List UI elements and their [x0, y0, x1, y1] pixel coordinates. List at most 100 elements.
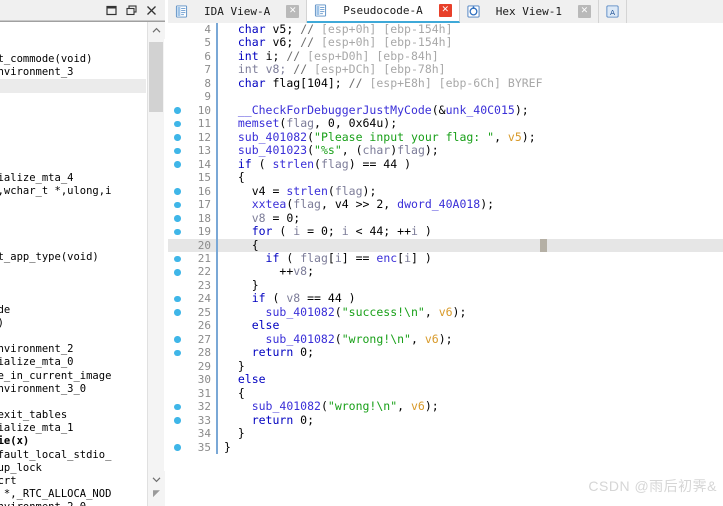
code-line[interactable]: 5 char v6; // [esp+0h] [ebp-154h]	[168, 36, 723, 49]
function-list-item[interactable]: r::set_app_type(void)	[0, 251, 146, 264]
line-number-gutter[interactable]: 4	[168, 23, 216, 36]
function-list-item[interactable]: le_mode	[0, 304, 146, 317]
code-line[interactable]: 13 sub_401023("%s", (char)flag);	[168, 144, 723, 157]
breakpoint-dot-icon[interactable]	[174, 188, 181, 195]
breakpoint-dot-icon[interactable]	[174, 404, 181, 411]
code-line[interactable]: 16 v4 = strlen(flag);	[168, 185, 723, 198]
function-list-item[interactable]: _cookie(x)	[0, 435, 146, 448]
tab-structures[interactable]: A	[599, 0, 627, 23]
breakpoint-dot-icon[interactable]	[174, 229, 181, 236]
code-line[interactable]: 18 v8 = 0;	[168, 212, 723, 225]
function-list-item[interactable]: ion	[0, 330, 146, 343]
function-list-item[interactable]: *,int)	[0, 317, 146, 330]
code-line[interactable]: 32 sub_401082("wrong!\n", v6);	[168, 400, 723, 413]
code-line[interactable]: 11 memset(flag, 0, 0x64u);	[168, 117, 723, 130]
code-line[interactable]: 9	[168, 90, 723, 103]
breakpoint-dot-icon[interactable]	[174, 215, 181, 222]
code-line[interactable]: 33 return 0;	[168, 414, 723, 427]
function-list-item[interactable]: _initialize_mta_4	[0, 172, 146, 185]
breakpoint-dot-icon[interactable]	[174, 269, 181, 276]
line-number-gutter[interactable]: 6	[168, 50, 216, 63]
line-number-gutter[interactable]: 13	[168, 144, 216, 157]
function-list-item[interactable]: har *,wchar_t *,ulong,i	[0, 185, 146, 198]
line-number-gutter[interactable]: 32	[168, 400, 216, 413]
chevron-down-icon[interactable]	[148, 471, 165, 488]
line-number-gutter[interactable]: 20	[168, 239, 216, 252]
close-icon[interactable]: ✕	[578, 5, 591, 18]
line-number-gutter[interactable]: 30	[168, 373, 216, 386]
tab-hex-view-1[interactable]: Hex View-1✕	[460, 0, 599, 23]
code-line[interactable]: 24 if ( v8 == 44 )	[168, 292, 723, 305]
code-line[interactable]: 22 ++v8;	[168, 265, 723, 278]
line-number-gutter[interactable]: 16	[168, 185, 216, 198]
function-list-item[interactable]	[0, 159, 146, 172]
function-list-item[interactable]: _initialize_mta_1	[0, 422, 146, 435]
line-number-gutter[interactable]: 35	[168, 441, 216, 454]
function-list-item[interactable]: _initialize_mta_0	[0, 356, 146, 369]
function-list-item[interactable]	[0, 132, 146, 145]
line-number-gutter[interactable]: 18	[168, 212, 216, 225]
line-number-gutter[interactable]: 31	[168, 387, 216, 400]
line-number-gutter[interactable]: 23	[168, 279, 216, 292]
breakpoint-dot-icon[interactable]	[174, 256, 181, 263]
code-line[interactable]: 35}	[168, 441, 723, 454]
code-line[interactable]: 34 }	[168, 427, 723, 440]
code-line[interactable]: 10 __CheckForDebuggerJustMyCode(&unk_40C…	[168, 104, 723, 117]
line-number-gutter[interactable]: 17	[168, 198, 216, 211]
code-line[interactable]: 28 return 0;	[168, 346, 723, 359]
code-line[interactable]: 6 int i; // [esp+D0h] [ebp-84h]	[168, 50, 723, 63]
line-number-gutter[interactable]: 15	[168, 171, 216, 184]
code-line[interactable]: 15 {	[168, 171, 723, 184]
breakpoint-dot-icon[interactable]	[174, 121, 181, 128]
code-line[interactable]: 27 sub_401082("wrong!\n", v6);	[168, 333, 723, 346]
pseudocode-view[interactable]: 4 char v5; // [esp+0h] [ebp-154h]5 char …	[168, 23, 723, 506]
line-number-gutter[interactable]: 11	[168, 117, 216, 130]
line-number-gutter[interactable]: 7	[168, 63, 216, 76]
breakpoint-dot-icon[interactable]	[174, 350, 181, 357]
line-number-gutter[interactable]: 33	[168, 414, 216, 427]
function-list-item[interactable]: ize_environment_3_0	[0, 383, 146, 396]
breakpoint-dot-icon[interactable]	[174, 444, 181, 451]
function-list-item[interactable]	[0, 79, 146, 92]
function-list-item[interactable]: itable_in_current_image	[0, 370, 146, 383]
function-list-item[interactable]: startup_lock	[0, 462, 146, 475]
line-number-gutter[interactable]: 24	[168, 292, 216, 305]
close-icon[interactable]	[141, 1, 161, 19]
code-line[interactable]: 29 }	[168, 360, 723, 373]
breakpoint-dot-icon[interactable]	[174, 202, 181, 209]
function-list-item[interactable]	[0, 264, 146, 277]
breakpoint-dot-icon[interactable]	[174, 134, 181, 141]
code-line[interactable]: 21 if ( flag[i] == enc[i] )	[168, 252, 723, 265]
line-number-gutter[interactable]: 28	[168, 346, 216, 359]
code-line[interactable]: 7 int v8; // [esp+DCh] [ebp-78h]	[168, 63, 723, 76]
code-line[interactable]: 23 }	[168, 279, 723, 292]
code-line[interactable]: 12 sub_401082("Please input your flag: "…	[168, 131, 723, 144]
code-line[interactable]: 31 {	[168, 387, 723, 400]
chevron-up-icon[interactable]	[148, 22, 165, 39]
tab-pseudocode-a[interactable]: Pseudocode-A✕	[307, 0, 459, 23]
line-number-gutter[interactable]: 25	[168, 306, 216, 319]
function-list-item[interactable]	[0, 224, 146, 237]
functions-scrollbar[interactable]: ◤	[147, 22, 164, 506]
line-number-gutter[interactable]: 26	[168, 319, 216, 332]
function-list-item[interactable]: r::set_commode(void)	[0, 53, 146, 66]
function-list-item[interactable]	[0, 290, 146, 303]
function-list-item[interactable]	[0, 198, 146, 211]
function-list-item[interactable]	[0, 119, 146, 132]
line-number-gutter[interactable]: 27	[168, 333, 216, 346]
breakpoint-dot-icon[interactable]	[174, 296, 181, 303]
line-number-gutter[interactable]: 8	[168, 77, 216, 90]
code-line[interactable]: 4 char v5; // [esp+0h] [ebp-154h]	[168, 23, 723, 36]
function-list-item[interactable]	[0, 277, 146, 290]
code-line[interactable]: 19 for ( i = 0; i < 44; ++i )	[168, 225, 723, 238]
restore-icon[interactable]	[121, 1, 141, 19]
function-list-item[interactable]	[0, 211, 146, 224]
breakpoint-dot-icon[interactable]	[174, 148, 181, 155]
function-list-item[interactable]: lize_crt	[0, 475, 146, 488]
line-number-gutter[interactable]: 21	[168, 252, 216, 265]
breakpoint-dot-icon[interactable]	[174, 336, 181, 343]
breakpoint-dot-icon[interactable]	[174, 309, 181, 316]
scrollbar-thumb[interactable]	[149, 42, 163, 112]
function-list-item[interactable]: ize_environment_2_0	[0, 501, 146, 506]
line-number-gutter[interactable]: 9	[168, 90, 216, 103]
